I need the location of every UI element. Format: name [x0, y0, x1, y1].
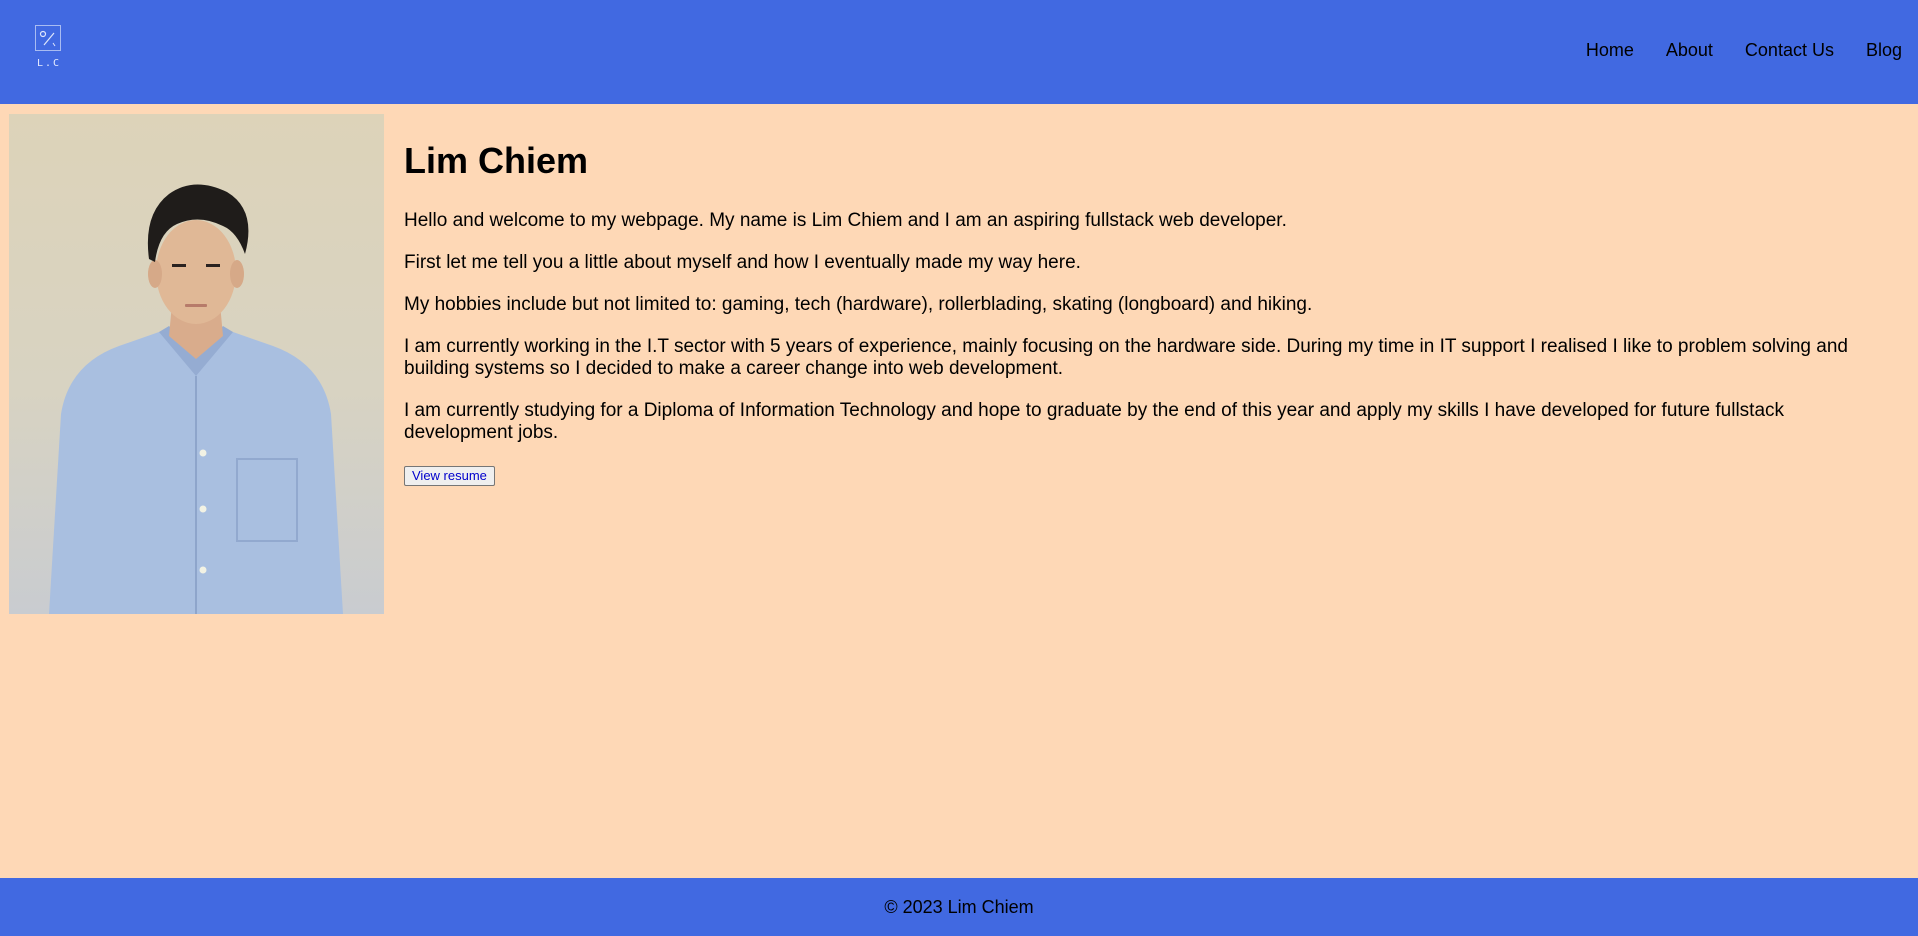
- view-resume-button[interactable]: View resume: [404, 466, 495, 486]
- nav-contact-link[interactable]: Contact Us: [1745, 39, 1834, 61]
- study-paragraph: I am currently studying for a Diploma of…: [404, 400, 1785, 443]
- nav-home-link[interactable]: Home: [1586, 39, 1634, 61]
- experience-paragraph: I am currently working in the I.T sector…: [404, 336, 1848, 379]
- footer-copyright: © 2023 Lim Chiem: [884, 897, 1034, 917]
- site-logo[interactable]: L.C: [34, 24, 64, 72]
- nav-blog-link[interactable]: Blog: [1866, 39, 1902, 61]
- site-footer: © 2023 Lim Chiem: [0, 878, 1918, 936]
- nav-about-link[interactable]: About: [1666, 39, 1713, 61]
- hobbies-paragraph: My hobbies include but not limited to: g…: [404, 294, 1313, 315]
- broken-image-icon: [35, 25, 61, 51]
- profile-content: Lim Chiem Hello and welcome to my webpag…: [404, 142, 1898, 486]
- profile-photo: [9, 114, 384, 614]
- intro-paragraph: Hello and welcome to my webpage. My name…: [404, 210, 1287, 231]
- site-header: L.C Home About Contact Us Blog: [0, 0, 1918, 104]
- about-paragraph: First let me tell you a little about mys…: [404, 252, 1081, 273]
- logo-text: L.C: [36, 58, 62, 69]
- page-title: Lim Chiem: [404, 140, 589, 181]
- main-nav: Home About Contact Us Blog: [1554, 39, 1902, 61]
